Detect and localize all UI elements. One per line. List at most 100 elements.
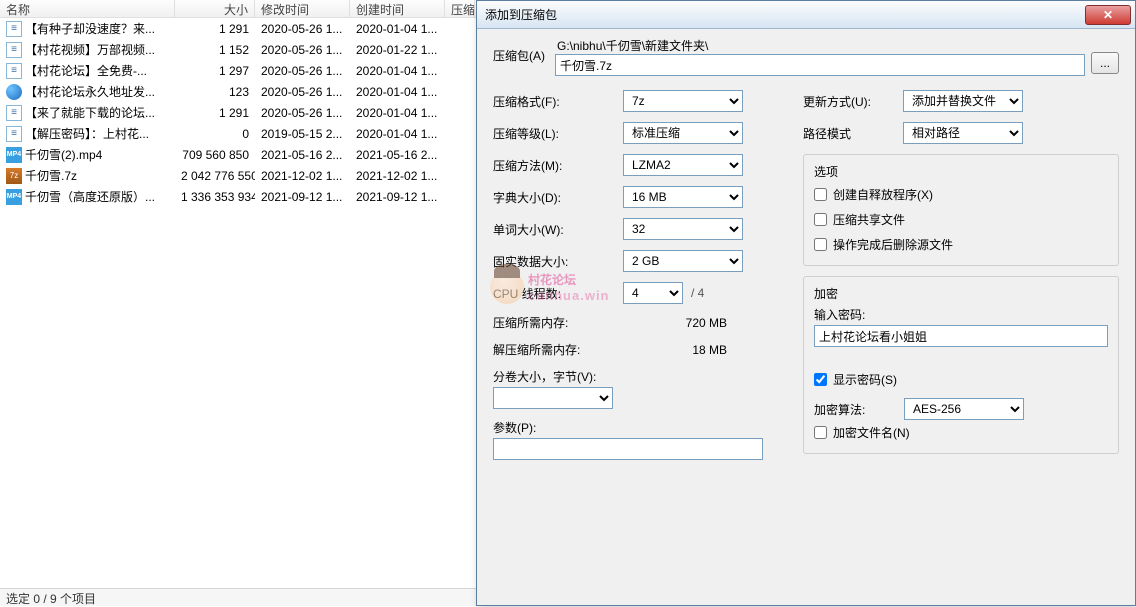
file-size: 1 291 xyxy=(175,106,255,120)
col-header-mod[interactable]: 修改时间 xyxy=(255,0,350,17)
col-header-name[interactable]: 名称 xyxy=(0,0,175,17)
level-label: 压缩等级(L): xyxy=(493,125,623,142)
method-select[interactable]: LZMA2 xyxy=(623,154,743,176)
format-label: 压缩格式(F): xyxy=(493,93,623,110)
file-size: 0 xyxy=(175,127,255,141)
col-header-create[interactable]: 创建时间 xyxy=(350,0,445,17)
volume-select[interactable] xyxy=(493,387,613,409)
file-mod: 2020-05-26 1... xyxy=(255,106,350,120)
update-label: 更新方式(U): xyxy=(803,93,903,110)
params-label: 参数(P): xyxy=(493,419,783,436)
threads-select[interactable]: 4 xyxy=(623,282,683,304)
file-size: 1 297 xyxy=(175,64,255,78)
file-icon: MP4 xyxy=(6,147,22,163)
mem-comp-value: 720 MB xyxy=(623,316,733,330)
pathmode-label: 路径模式 xyxy=(803,125,903,142)
file-row[interactable]: ≡【有种子却没速度？来...1 2912020-05-26 1...2020-0… xyxy=(0,18,476,39)
params-input[interactable] xyxy=(493,438,763,460)
opt-delete-row[interactable]: 操作完成后删除源文件 xyxy=(814,232,1108,257)
file-mod: 2020-05-26 1... xyxy=(255,85,350,99)
show-password-row[interactable]: 显示密码(S) xyxy=(814,367,1108,392)
file-list-header: 名称 大小 修改时间 创建时间 压缩 xyxy=(0,0,476,18)
format-select[interactable]: 7z xyxy=(623,90,743,112)
mem-decomp-label: 解压缩所需内存: xyxy=(493,341,623,358)
file-size: 1 336 353 934 xyxy=(175,190,255,204)
file-row[interactable]: 7z千仞雪.7z2 042 776 5502021-12-02 1...2021… xyxy=(0,165,476,186)
pathmode-select[interactable]: 相对路径 xyxy=(903,122,1023,144)
file-row[interactable]: ≡【来了就能下载的论坛... 1 2912020-05-26 1...2020-0… xyxy=(0,102,476,123)
col-header-comp[interactable]: 压缩 xyxy=(445,0,475,17)
file-name: 【有种子却没速度？来... xyxy=(25,20,155,37)
opt-sfx-checkbox[interactable] xyxy=(814,188,827,201)
file-name: 【村花论坛永久地址发... xyxy=(25,83,155,100)
options-label: 选项 xyxy=(814,163,1108,180)
enc-names-label: 加密文件名(N) xyxy=(833,424,910,441)
threads-max: / 4 xyxy=(691,286,704,300)
file-size: 123 xyxy=(175,85,255,99)
file-create: 2020-01-04 1... xyxy=(350,85,445,99)
word-select[interactable]: 32 xyxy=(623,218,743,240)
file-create: 2021-05-16 2... xyxy=(350,148,445,162)
dialog-title-bar[interactable]: 添加到压缩包 ✕ xyxy=(477,1,1135,29)
opt-shared-checkbox[interactable] xyxy=(814,213,827,226)
archive-path: G:\nibhu\千仞雪\新建文件夹\ xyxy=(555,37,1085,54)
threads-label: CPU 线程数: xyxy=(493,285,623,302)
file-row[interactable]: ≡【村花视频】万部视频...1 1522020-05-26 1...2020-0… xyxy=(0,39,476,60)
file-mod: 2020-05-26 1... xyxy=(255,64,350,78)
file-icon: ≡ xyxy=(6,21,22,37)
file-create: 2020-01-04 1... xyxy=(350,106,445,120)
file-mod: 2020-05-26 1... xyxy=(255,22,350,36)
file-icon: ≡ xyxy=(6,105,22,121)
file-row[interactable]: MP4千仞雪(2).mp4709 560 8502021-05-16 2...2… xyxy=(0,144,476,165)
close-button[interactable]: ✕ xyxy=(1085,5,1131,25)
col-header-size[interactable]: 大小 xyxy=(175,0,255,17)
enc-method-select[interactable]: AES-256 xyxy=(904,398,1024,420)
file-name: 【村花论坛】全免费-... xyxy=(25,62,147,79)
file-name: 【解压密码】：上村花... xyxy=(25,125,149,142)
file-name: 千仞雪(2).mp4 xyxy=(25,146,102,163)
dialog-title: 添加到压缩包 xyxy=(485,6,1085,23)
file-size: 2 042 776 550 xyxy=(175,169,255,183)
update-select[interactable]: 添加并替换文件 xyxy=(903,90,1023,112)
level-select[interactable]: 标准压缩 xyxy=(623,122,743,144)
opt-sfx-row[interactable]: 创建自释放程序(X) xyxy=(814,182,1108,207)
word-label: 单词大小(W): xyxy=(493,221,623,238)
archive-filename-input[interactable] xyxy=(555,54,1085,76)
file-icon xyxy=(6,84,22,100)
password-input[interactable] xyxy=(814,325,1108,347)
method-label: 压缩方法(M): xyxy=(493,157,623,174)
file-mod: 2021-05-16 2... xyxy=(255,148,350,162)
block-select[interactable]: 2 GB xyxy=(623,250,743,272)
file-size: 1 152 xyxy=(175,43,255,57)
mem-decomp-value: 18 MB xyxy=(623,343,733,357)
file-create: 2020-01-04 1... xyxy=(350,64,445,78)
browse-button[interactable]: ... xyxy=(1091,52,1119,74)
options-group: 选项 创建自释放程序(X) 压缩共享文件 操作完成后删除源文件 xyxy=(803,154,1119,266)
enc-method-label: 加密算法: xyxy=(814,401,904,418)
archive-label: 压缩包(A) xyxy=(493,37,549,64)
close-icon: ✕ xyxy=(1103,8,1113,22)
enc-names-checkbox[interactable] xyxy=(814,426,827,439)
file-row[interactable]: ≡【解压密码】：上村花...02019-05-15 2...2020-01-04… xyxy=(0,123,476,144)
file-icon: ≡ xyxy=(6,42,22,58)
opt-shared-label: 压缩共享文件 xyxy=(833,211,905,228)
block-label: 固实数据大小: xyxy=(493,253,623,270)
file-create: 2020-01-04 1... xyxy=(350,127,445,141)
file-list-pane: 名称 大小 修改时间 创建时间 压缩 ≡【有种子却没速度？来...1 29120… xyxy=(0,0,476,606)
file-name: 【来了就能下载的论坛... xyxy=(25,104,155,121)
file-row[interactable]: MP4千仞雪（高度还原版）...1 336 353 9342021-09-12 … xyxy=(0,186,476,207)
add-to-archive-dialog: 添加到压缩包 ✕ 压缩包(A) G:\nibhu\千仞雪\新建文件夹\ ... … xyxy=(476,0,1136,606)
file-mod: 2019-05-15 2... xyxy=(255,127,350,141)
enc-names-row[interactable]: 加密文件名(N) xyxy=(814,420,1108,445)
dict-select[interactable]: 16 MB xyxy=(623,186,743,208)
show-password-checkbox[interactable] xyxy=(814,373,827,386)
file-row[interactable]: ≡【村花论坛】全免费-...1 2972020-05-26 1...2020-0… xyxy=(0,60,476,81)
file-name: 千仞雪（高度还原版）... xyxy=(25,188,155,205)
encryption-label: 加密 xyxy=(814,285,1108,302)
opt-shared-row[interactable]: 压缩共享文件 xyxy=(814,207,1108,232)
file-row[interactable]: 【村花论坛永久地址发... 1232020-05-26 1...2020-01-0… xyxy=(0,81,476,102)
file-mod: 2020-05-26 1... xyxy=(255,43,350,57)
file-create: 2021-12-02 1... xyxy=(350,169,445,183)
opt-delete-checkbox[interactable] xyxy=(814,238,827,251)
file-icon: MP4 xyxy=(6,189,22,205)
